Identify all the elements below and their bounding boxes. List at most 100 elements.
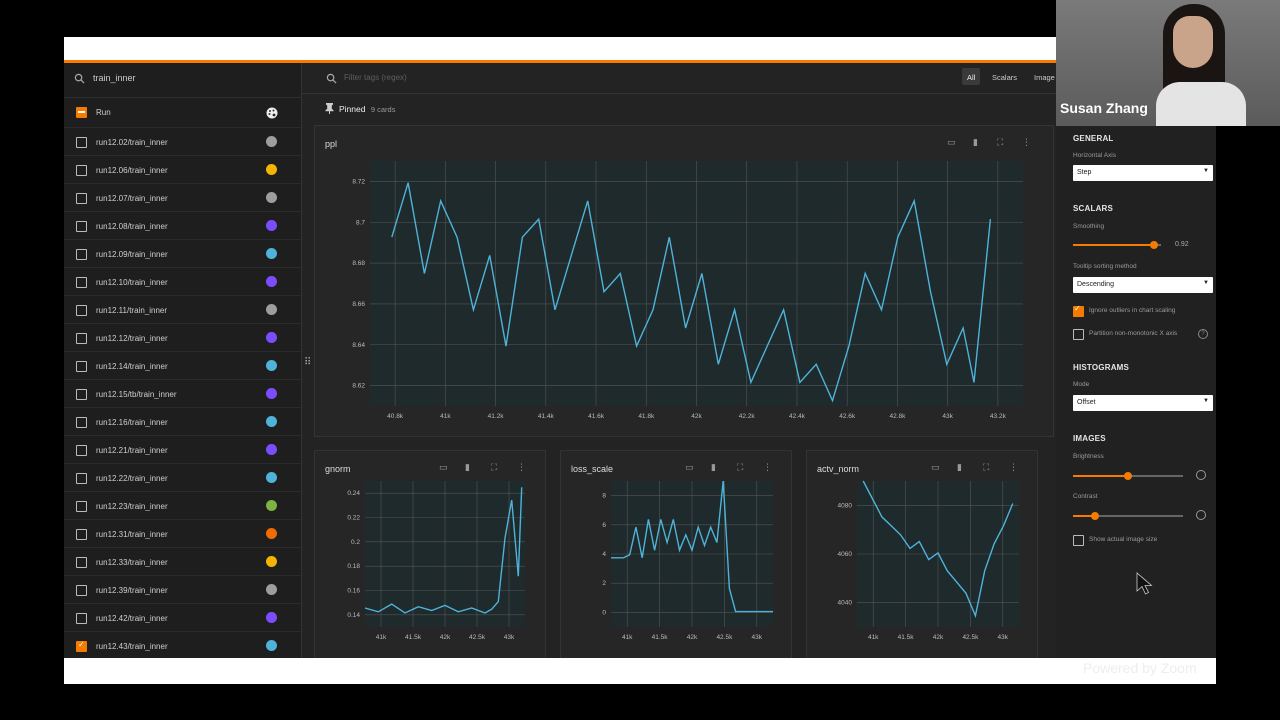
x-tick-label: 42k	[440, 634, 451, 641]
tab-all-label: All	[967, 73, 976, 82]
run-row[interactable]: run12.31/train_inner	[64, 519, 301, 548]
run-row[interactable]: run12.15/tb/train_inner	[64, 379, 301, 408]
run-color-swatch[interactable]	[266, 444, 277, 455]
y-tick-label: 4040	[838, 600, 853, 607]
tag-filter-input[interactable]: Filter tags (regex)	[344, 73, 407, 82]
run-checkbox[interactable]	[76, 389, 87, 400]
palette-icon[interactable]	[266, 106, 278, 124]
run-checkbox[interactable]	[76, 445, 87, 456]
horizontal-axis-select[interactable]: Step ▼	[1073, 165, 1213, 181]
x-tick-label: 43k	[998, 634, 1009, 641]
run-checkbox[interactable]	[76, 221, 87, 232]
x-tick-label: 41.5k	[405, 634, 422, 641]
run-color-swatch[interactable]	[266, 472, 277, 483]
y-tick-label: 8.72	[352, 178, 365, 185]
ppl-chart[interactable]: 8.72 8.7 8.68 8.66 8.64 8.62 40.8k 41k 41.2k 41.4…	[315, 126, 1053, 436]
run-color-swatch[interactable]	[266, 500, 277, 511]
run-checkbox[interactable]	[76, 361, 87, 372]
histogram-mode-select[interactable]: Offset ▼	[1073, 395, 1213, 411]
brightness-slider-thumb[interactable]	[1124, 472, 1132, 480]
chart-card-ppl: ppl ▭ ▮ ⛶ ⋮ 8.72 8.7 8.68 8.66 8.64 8.62 40.8k…	[314, 125, 1054, 437]
run-color-swatch[interactable]	[266, 304, 277, 315]
run-row[interactable]: ✓ run12.43/train_inner	[64, 631, 301, 658]
run-color-swatch[interactable]	[266, 360, 277, 371]
run-color-swatch[interactable]	[266, 528, 277, 539]
smoothing-value[interactable]: 0.92	[1175, 241, 1189, 248]
tab-images[interactable]: Image	[1034, 73, 1055, 82]
run-checkbox[interactable]	[76, 585, 87, 596]
show-actual-size-checkbox[interactable]	[1073, 535, 1084, 546]
run-color-swatch[interactable]	[266, 584, 277, 595]
run-color-swatch[interactable]	[266, 164, 277, 175]
run-color-swatch[interactable]	[266, 612, 277, 623]
run-row[interactable]: run12.39/train_inner	[64, 575, 301, 604]
run-checkbox[interactable]: ✓	[76, 640, 87, 652]
y-tick-label: 8.68	[352, 260, 365, 267]
contrast-slider-thumb[interactable]	[1091, 512, 1099, 520]
x-tick-label: 41.4k	[538, 413, 555, 420]
run-color-swatch[interactable]	[266, 276, 277, 287]
dropdown-arrow-icon: ▼	[1203, 168, 1209, 174]
run-color-swatch[interactable]	[266, 416, 277, 427]
horizontal-axis-label: Horizontal Axis	[1073, 152, 1116, 159]
run-row[interactable]: run12.08/train_inner	[64, 211, 301, 240]
tab-scalars[interactable]: Scalars	[992, 73, 1017, 82]
run-checkbox[interactable]	[76, 501, 87, 512]
run-row[interactable]: run12.16/train_inner	[64, 407, 301, 436]
mode-label: Mode	[1073, 381, 1090, 388]
run-checkbox[interactable]	[76, 557, 87, 568]
run-color-swatch[interactable]	[266, 248, 277, 259]
run-row[interactable]: run12.02/train_inner	[64, 127, 301, 156]
partition-checkbox[interactable]	[1073, 329, 1084, 340]
run-row[interactable]: run12.12/train_inner	[64, 323, 301, 352]
reset-contrast-icon[interactable]	[1196, 510, 1206, 520]
run-color-swatch[interactable]	[266, 388, 277, 399]
run-checkbox[interactable]	[76, 193, 87, 204]
run-checkbox[interactable]	[76, 249, 87, 260]
run-checkbox[interactable]	[76, 613, 87, 624]
run-checkbox[interactable]	[76, 165, 87, 176]
y-tick-label: 0.14	[347, 612, 360, 619]
help-icon[interactable]: ?	[1198, 329, 1208, 339]
run-row[interactable]: run12.23/train_inner	[64, 491, 301, 520]
run-row[interactable]: run12.09/train_inner	[64, 239, 301, 268]
run-color-swatch[interactable]	[266, 136, 277, 147]
run-row[interactable]: run12.07/train_inner	[64, 183, 301, 212]
gnorm-chart[interactable]: 0.24 0.22 0.2 0.18 0.16 0.14 41k 41.5k 42k 42.5k 4…	[315, 451, 545, 658]
y-tick-label: 4	[602, 551, 606, 558]
x-tick-label: 42k	[687, 634, 698, 641]
run-checkbox[interactable]	[76, 305, 87, 316]
run-checkbox[interactable]	[76, 473, 87, 484]
run-color-swatch[interactable]	[266, 556, 277, 567]
run-row[interactable]: run12.33/train_inner	[64, 547, 301, 576]
run-row[interactable]: run12.06/train_inner	[64, 155, 301, 184]
run-checkbox[interactable]	[76, 137, 87, 148]
run-row[interactable]: run12.11/train_inner	[64, 295, 301, 324]
actv-norm-chart[interactable]: 4080 4060 4040 41k 41.5k 42k 42.5k 43k	[807, 451, 1037, 658]
reset-brightness-icon[interactable]	[1196, 470, 1206, 480]
run-checkbox[interactable]	[76, 333, 87, 344]
run-checkbox[interactable]	[76, 529, 87, 540]
x-tick-label: 41.2k	[488, 413, 505, 420]
run-checkbox[interactable]	[76, 417, 87, 428]
x-tick-label: 42.5k	[962, 634, 979, 641]
run-color-swatch[interactable]	[266, 640, 277, 651]
run-row[interactable]: run12.21/train_inner	[64, 435, 301, 464]
run-row[interactable]: run12.42/train_inner	[64, 603, 301, 632]
dropdown-arrow-icon: ▼	[1203, 280, 1209, 286]
tooltip-sorting-select[interactable]: Descending ▼	[1073, 277, 1213, 293]
run-row[interactable]: run12.22/train_inner	[64, 463, 301, 492]
run-row[interactable]: run12.10/train_inner	[64, 267, 301, 296]
run-color-swatch[interactable]	[266, 220, 277, 231]
run-label: run12.22/train_inner	[96, 474, 168, 483]
run-color-swatch[interactable]	[266, 332, 277, 343]
run-color-swatch[interactable]	[266, 192, 277, 203]
run-search-input[interactable]: train_inner	[93, 73, 136, 83]
y-tick-label: 0.24	[347, 490, 360, 497]
scalars-section-title: SCALARS	[1073, 204, 1114, 213]
loss-scale-chart[interactable]: 8 6 4 2 0 41k 41.5k 42k 42.5k 43k	[561, 451, 791, 658]
select-all-checkbox[interactable]	[76, 107, 87, 118]
run-row[interactable]: run12.14/train_inner	[64, 351, 301, 380]
run-checkbox[interactable]	[76, 277, 87, 288]
smoothing-slider-thumb[interactable]	[1149, 241, 1158, 249]
